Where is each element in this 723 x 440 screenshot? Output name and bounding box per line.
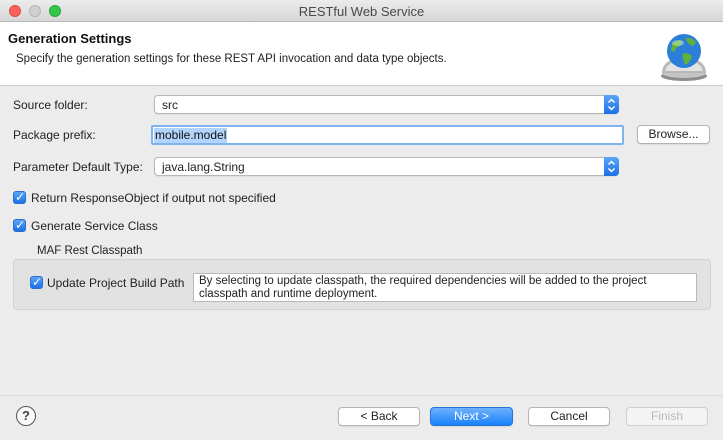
up-down-chevron-icon[interactable] — [604, 157, 619, 176]
page-title: Generation Settings — [8, 31, 132, 46]
parameter-default-type-value: java.lang.String — [162, 160, 245, 174]
return-response-object-label[interactable]: Return ResponseObject if output not spec… — [31, 191, 276, 205]
classpath-note-box: By selecting to update classpath, the re… — [193, 273, 697, 302]
source-folder-combo[interactable]: src — [154, 95, 619, 114]
checkmark-icon: ✓ — [15, 190, 26, 204]
return-response-object-checkbox[interactable]: ✓ — [13, 190, 26, 204]
next-button[interactable]: Next > — [430, 407, 513, 426]
up-down-chevron-icon[interactable] — [604, 95, 619, 114]
checkmark-icon: ✓ — [15, 218, 26, 232]
back-button[interactable]: < Back — [338, 407, 420, 426]
update-build-path-checkbox[interactable]: ✓ — [30, 275, 43, 289]
package-prefix-label: Package prefix: — [13, 128, 96, 142]
parameter-default-type-label: Parameter Default Type: — [13, 160, 143, 174]
generate-service-class-checkbox[interactable]: ✓ — [13, 218, 26, 232]
source-folder-value: src — [162, 98, 178, 112]
window-titlebar[interactable]: RESTful Web Service — [0, 0, 723, 22]
help-icon[interactable]: ? — [16, 406, 36, 426]
page-description: Specify the generation settings for thes… — [16, 53, 447, 65]
classpath-note-text: By selecting to update classpath, the re… — [199, 275, 647, 300]
checkmark-icon: ✓ — [32, 275, 43, 289]
parameter-default-type-combo[interactable]: java.lang.String — [154, 157, 619, 176]
finish-button: Finish — [626, 407, 708, 426]
generate-service-class-label[interactable]: Generate Service Class — [31, 219, 158, 233]
footer-divider — [0, 395, 723, 396]
package-prefix-input[interactable]: mobile.model — [151, 125, 624, 145]
window-title: RESTful Web Service — [298, 4, 425, 19]
source-folder-label: Source folder: — [13, 98, 88, 112]
maf-rest-classpath-title: MAF Rest Classpath — [37, 245, 143, 257]
package-prefix-value: mobile.model — [154, 128, 228, 143]
browse-button[interactable]: Browse... — [637, 125, 710, 144]
header-banner: Generation Settings Specify the generati… — [0, 22, 723, 86]
cancel-button[interactable]: Cancel — [528, 407, 610, 426]
update-build-path-label[interactable]: Update Project Build Path — [47, 276, 184, 290]
globe-bell-icon — [661, 34, 707, 81]
